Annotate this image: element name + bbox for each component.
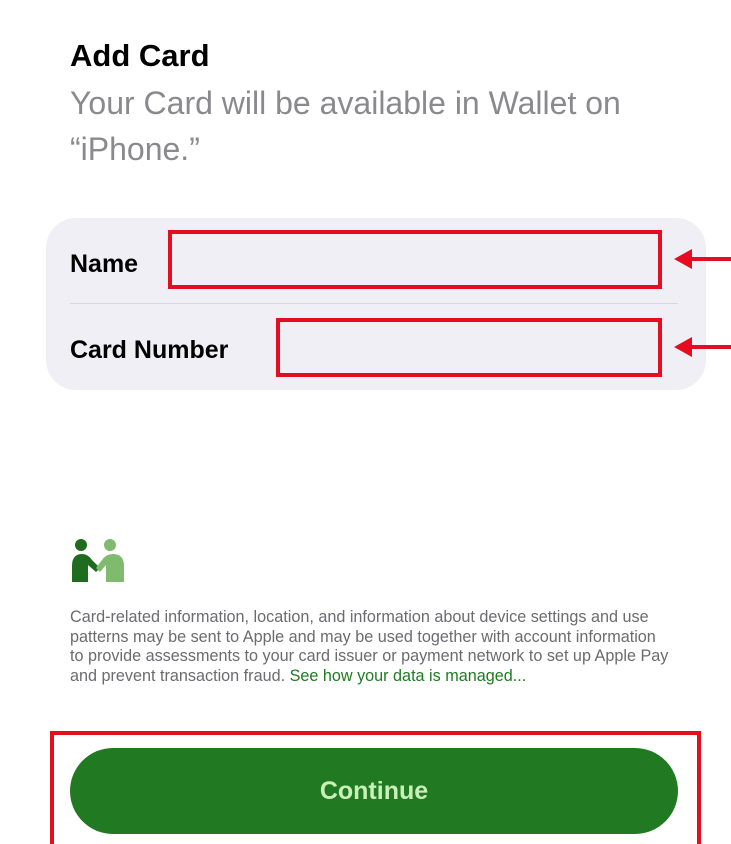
name-label: Name [70,250,139,278]
people-icon [72,539,124,582]
card-number-field[interactable] [276,318,662,377]
continue-button[interactable]: Continue [70,748,678,834]
card-number-label: Card Number [70,336,229,364]
arrow-name-indicator [674,249,731,269]
page-title: Add Card [70,38,210,73]
page-subtitle: Your Card will be available in Wallet on… [70,85,621,167]
name-field[interactable] [168,230,662,289]
data-management-link[interactable]: See how your data is managed... [290,667,527,685]
privacy-notice: Card-related information, location, and … [70,608,670,686]
form-divider [70,303,678,304]
arrow-card-number-indicator [674,337,731,357]
